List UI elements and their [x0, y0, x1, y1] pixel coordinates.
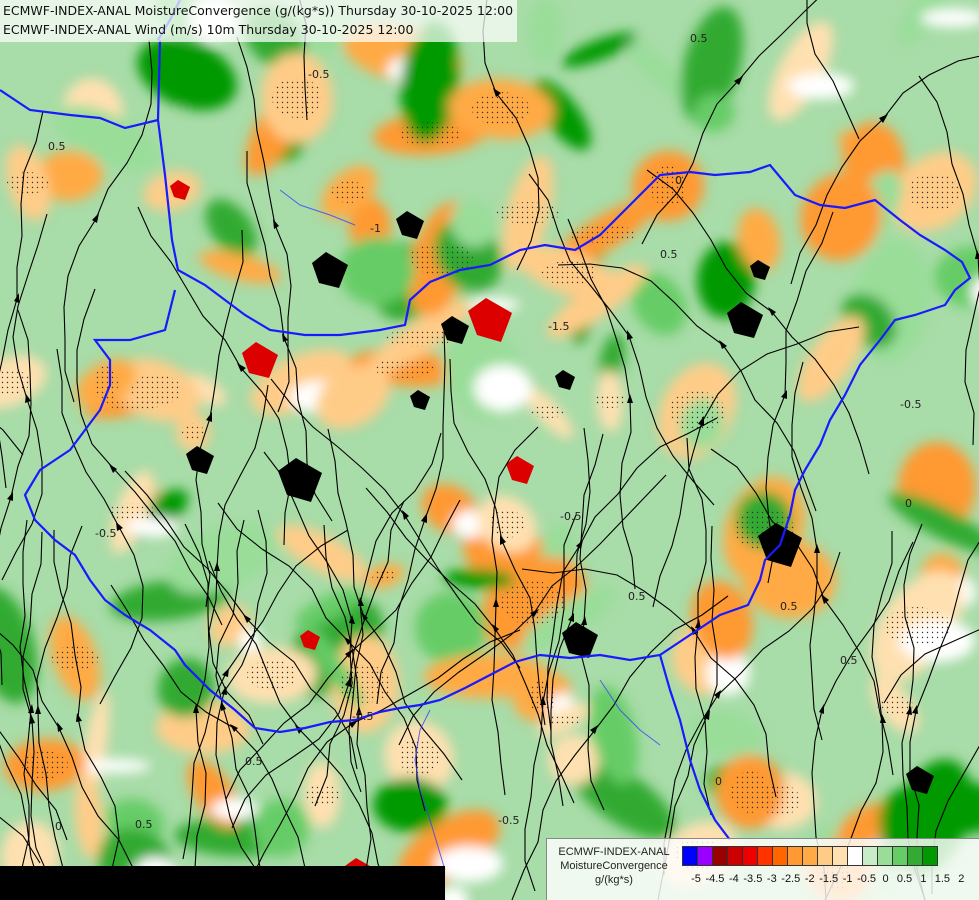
contour-label: -0.5 [498, 814, 519, 827]
stipple-patch [731, 771, 769, 813]
legend-swatch [802, 846, 818, 866]
contour-label: -0.5 [308, 68, 329, 81]
stipple-patch [7, 172, 49, 194]
legend-swatch [772, 846, 788, 866]
legend-swatch [862, 846, 878, 866]
contour-label: 0.5 [245, 755, 263, 768]
stipple-patch [398, 122, 462, 146]
stipple-patch [908, 173, 960, 211]
stipple-patch [51, 646, 99, 670]
legend-title: ECMWF-INDEX-ANAL MoistureConvergence g/(… [551, 845, 677, 887]
legend-tick-label: -1 [842, 873, 853, 885]
stipple-patch [182, 423, 204, 441]
contour-label: 0 [715, 775, 722, 788]
stipple-patch [374, 358, 434, 378]
contour-label: 0 [55, 820, 62, 833]
stipple-patch [593, 394, 627, 408]
stipple-patch [529, 406, 567, 418]
stipple-patch [489, 510, 525, 538]
stipple-patch [472, 92, 530, 126]
map-title-box: ECMWF-INDEX-ANAL MoistureConvergence (g/… [0, 0, 518, 42]
convergence-patch [373, 778, 447, 832]
legend-tick-label: -4 [729, 873, 739, 885]
legend-tick-label: 0 [882, 873, 889, 885]
legend-tick-label: 1 [920, 873, 927, 885]
legend-swatch [787, 846, 803, 866]
legend-unit: g/(kg*s) [595, 874, 633, 886]
stipple-patch [131, 374, 181, 406]
legend-swatch [877, 846, 893, 866]
legend-tick-label: 0.5 [896, 873, 913, 885]
legend-swatch [727, 846, 743, 866]
color-legend: ECMWF-INDEX-ANAL MoistureConvergence g/(… [546, 838, 979, 900]
legend-swatch [817, 846, 833, 866]
stipple-patch [569, 225, 637, 243]
legend-swatch [922, 846, 938, 866]
legend-tick-label: -3 [766, 873, 777, 885]
legend-tick-label: 2 [958, 873, 965, 885]
no-data-bar [0, 866, 445, 900]
legend-swatch [847, 846, 863, 866]
legend-tick-label: 1.5 [934, 873, 951, 885]
stipple-patch [22, 751, 68, 779]
legend-swatch [832, 846, 848, 866]
legend-swatch [682, 846, 698, 866]
legend-swatch [907, 846, 923, 866]
contour-label: 0 [905, 497, 912, 510]
contour-label: -1 [370, 222, 381, 235]
moisture-convergence-field: 0.5-0.50.50-1-1.50.5-0.500.5-0.50.50-0.5… [0, 0, 979, 900]
legend-tick-label: -1.5 [819, 873, 839, 885]
stipple-patch [877, 696, 913, 714]
legend-tick-label: -5 [691, 873, 701, 885]
contour-label: 0.5 [780, 600, 798, 613]
contour-label: -0.5 [352, 710, 373, 723]
neutral-patch [788, 73, 854, 99]
legend-swatch [757, 846, 773, 866]
legend-parameter: MoistureConvergence [560, 860, 668, 872]
weather-map: 0.5 -0.5 0.5 0 -1 -1.5 0.5 -0.5 0 0.5 -0.5 0.5 0 -0.5… [0, 0, 979, 900]
legend-swatch [742, 846, 758, 866]
contour-label: 0.5 [628, 590, 646, 603]
contour-label: 0.5 [840, 654, 858, 667]
legend-swatch [697, 846, 713, 866]
contour-label: 0.5 [135, 818, 153, 831]
legend-swatches [682, 846, 938, 866]
stipple-patch [399, 738, 439, 776]
contour-label: 0.5 [690, 32, 708, 45]
neutral-patch [435, 846, 503, 882]
legend-tick-label: -2.5 [781, 873, 801, 885]
legend-tick-label: -4.5 [705, 873, 725, 885]
stipple-patch [548, 714, 580, 726]
stipple-patch [496, 202, 560, 224]
contour-label: -0.5 [560, 510, 581, 523]
contour-label: -1.5 [548, 320, 569, 333]
stipple-patch [272, 78, 322, 118]
neutral-patch [79, 759, 151, 773]
title-moisture-convergence: ECMWF-INDEX-ANAL MoistureConvergence (g/… [3, 3, 514, 18]
contour-label: -0.5 [95, 527, 116, 540]
contour-label: 0.5 [660, 248, 678, 261]
contour-label: 0.5 [48, 140, 66, 153]
title-wind: ECMWF-INDEX-ANAL Wind (m/s) 10m Thursday… [3, 22, 414, 37]
legend-source: ECMWF-INDEX-ANAL [558, 846, 670, 858]
contour-label: 0 [675, 174, 682, 187]
legend-tick-labels: -5 -4.5 -4 -3.5 -3 -2.5 -2 -1.5 -1 -0.5 0 0.5 1 1.5 2 [682, 873, 979, 889]
contour-label: -0.5 [900, 398, 921, 411]
legend-tick-label: -0.5 [857, 873, 877, 885]
legend-tick-label: -3.5 [743, 873, 763, 885]
stipple-patch [247, 660, 297, 690]
stipple-patch [108, 503, 156, 521]
stipple-patch [331, 181, 367, 203]
legend-swatch [712, 846, 728, 866]
neutral-patch [474, 365, 532, 411]
legend-tick-label: -2 [804, 873, 815, 885]
legend-swatch [892, 846, 908, 866]
stipple-patch [883, 607, 951, 645]
stipple-patch [385, 329, 453, 347]
